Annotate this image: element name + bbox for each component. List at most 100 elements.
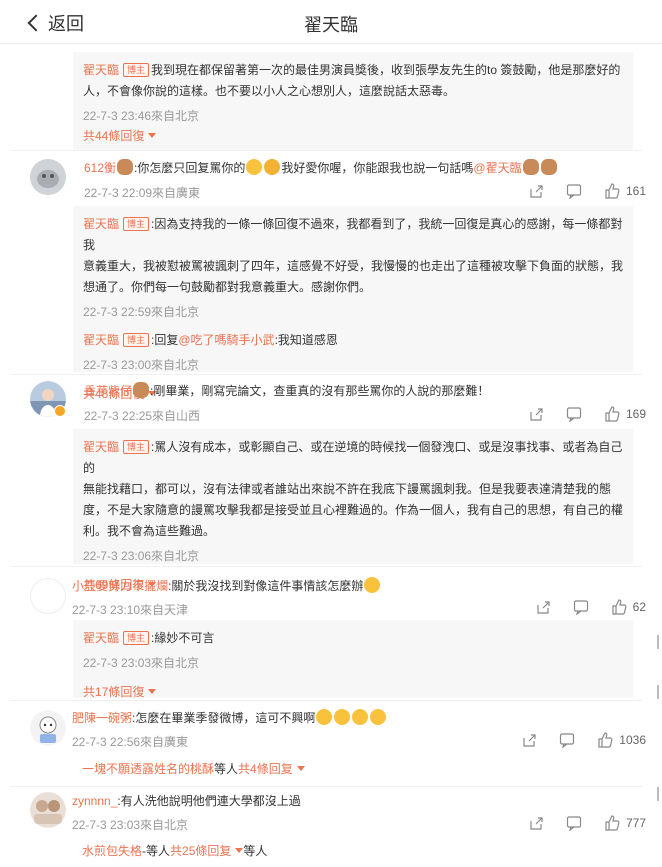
share-icon[interactable] xyxy=(528,815,544,831)
more-replies-label: 共17條回復 xyxy=(83,685,145,699)
more-replies-label[interactable]: 共25條回复 xyxy=(170,842,231,859)
scrollbar-mark xyxy=(657,635,659,649)
monkey-emoji-icon xyxy=(522,159,539,175)
more-replies-link[interactable]: 共17條回復 xyxy=(83,683,157,700)
scrollbar[interactable] xyxy=(652,45,662,867)
avatar[interactable] xyxy=(30,159,66,195)
divider xyxy=(10,786,642,787)
divider xyxy=(10,374,642,375)
comment-icon[interactable] xyxy=(559,732,575,749)
crying-emoji-icon xyxy=(316,709,333,725)
comment-icon[interactable] xyxy=(566,183,582,200)
verified-icon xyxy=(54,405,66,417)
back-button[interactable]: 返回 xyxy=(26,10,84,36)
share-icon[interactable] xyxy=(528,183,544,199)
reply-text-cont: 利。我不會為這些難過。 xyxy=(83,524,216,538)
like-icon[interactable] xyxy=(604,183,620,199)
comment-icon[interactable] xyxy=(566,406,582,423)
crying-emoji-icon xyxy=(352,709,369,725)
comment-time: 22-7-3 22:25來自山西 xyxy=(84,409,201,423)
mention-link[interactable]: @吃了嗎騎手小武 xyxy=(178,333,274,347)
comment-text: :你怎麼只回复罵你的 xyxy=(134,161,246,175)
divider xyxy=(10,566,642,567)
comment-time: 22-7-3 22:09來自廣東 xyxy=(84,186,201,200)
like-icon[interactable] xyxy=(611,599,627,615)
reply-box: 翟天臨 博主:緣妙不可言 22-7-3 23:03來自北京 共17條回復 xyxy=(73,620,633,700)
comment-author[interactable]: 肥陳一碗粥 xyxy=(72,711,132,725)
sub-reply-text: 等人 xyxy=(214,762,239,776)
sub-reply-author[interactable]: 水煎包失格 xyxy=(82,842,142,859)
like-icon[interactable] xyxy=(604,406,620,422)
like-count: 1036 xyxy=(619,733,646,747)
comment-actions: 1036 xyxy=(499,732,646,749)
comment-text: :怎麼在畢業季發微博，這可不興啊 xyxy=(132,711,316,725)
smirk-emoji-icon xyxy=(264,159,281,175)
comment-actions: 161 xyxy=(506,183,646,200)
like-icon[interactable] xyxy=(597,732,613,748)
reply-text: :罵人沒有成本，或彰顯自己、或在逆境的時候找一個發洩口、或是沒事找事、或者為自己… xyxy=(83,440,623,475)
mention-link[interactable]: @翟天臨 xyxy=(473,161,521,175)
reply-author[interactable]: 翟天臨 xyxy=(83,631,119,645)
divider xyxy=(10,150,642,151)
sub-reply-text: -等人 xyxy=(142,844,171,858)
like-count: 169 xyxy=(625,407,646,421)
crying-emoji-icon xyxy=(334,709,351,725)
reply-text-cont: 意義重大，我被懟被罵被諷刺了四年，這感覺不好受，我慢慢的也走出了這種被攻擊下負面… xyxy=(83,259,624,273)
reply-time: 22-7-3 23:03來自北京 xyxy=(83,656,200,670)
caret-down-icon xyxy=(148,689,157,694)
comment-actions: 777 xyxy=(506,815,646,832)
comment-time: 22-7-3 22:56來自廣東 xyxy=(72,735,189,749)
smirk-emoji-icon xyxy=(246,159,263,175)
reply-box: 翟天臨 博主:因為支持我的一條一條回復不過來，我都看到了，我統一回復是真心的感謝，… xyxy=(73,206,633,401)
comment-author[interactable]: zynnnn_ xyxy=(72,794,117,808)
comment-time: 22-7-3 23:03來自北京 xyxy=(72,818,189,832)
like-count: 62 xyxy=(632,600,646,614)
cat-emoji-icon xyxy=(364,577,381,593)
avatar[interactable] xyxy=(30,578,66,614)
share-icon[interactable] xyxy=(528,406,544,422)
page-title: 翟天臨 xyxy=(304,15,358,35)
reply-box: 翟天臨 博主:罵人沒有成本，或彰顯自己、或在逆境的時候找一個發洩口、或是沒事找事、… xyxy=(73,429,633,592)
reply-time: 22-7-3 23:00來自北京 xyxy=(83,358,200,372)
comment-actions: 169 xyxy=(506,406,646,423)
scrollbar-mark xyxy=(657,685,659,699)
like-icon[interactable] xyxy=(604,815,620,831)
like-count: 777 xyxy=(625,816,646,830)
comment-author[interactable]: 香芋紫仔 xyxy=(84,384,132,398)
more-replies-label[interactable]: 共4條回复 xyxy=(238,760,293,777)
comment-icon[interactable] xyxy=(566,815,582,832)
caret-down-icon xyxy=(296,766,305,771)
crying-emoji-icon xyxy=(370,709,387,725)
sub-replies-summary[interactable]: 水煎包失格 -等人 共25條回复 等人 xyxy=(82,842,267,859)
author-badge: 博主 xyxy=(123,217,150,231)
author-badge: 博主 xyxy=(123,631,150,645)
top-bar: 返回 翟天臨 xyxy=(0,0,662,44)
monkey-emoji-icon xyxy=(133,382,150,398)
reply-author[interactable]: 翟天臨 xyxy=(83,333,119,347)
sub-replies-summary[interactable]: 一塊不願透露姓名的桃酥 等人 共4條回复 xyxy=(82,760,305,777)
reply-text-cont: 人，不會像你說的這樣。也不要以小人之心想別人，這麼說話太惡毒。 xyxy=(83,84,456,98)
comment-author[interactable]: 612衡 xyxy=(84,161,116,175)
more-replies-link[interactable]: 共44條回復 xyxy=(83,127,157,144)
reply-author[interactable]: 翟天臨 xyxy=(83,217,119,231)
reply-time: 22-7-3 22:59來自北京 xyxy=(83,305,200,319)
avatar[interactable] xyxy=(30,792,66,828)
share-icon[interactable] xyxy=(535,599,551,615)
reply-author[interactable]: 翟天臨 xyxy=(83,63,119,77)
reply-text: :因為支持我的一條一條回復不過來，我都看到了，我統一回復是真心的感謝，每一條都對… xyxy=(83,217,623,252)
reply-text-cont: 度，不是大家隨意的謾罵攻擊我都是接受並且心裡難過的。作為一個人，我有自己的思想，… xyxy=(83,503,624,517)
author-badge: 博主 xyxy=(123,440,150,454)
comment-text: :有人洗他說明他們連大學都沒上過 xyxy=(117,794,301,808)
sub-reply-author[interactable]: 一塊不願透露姓名的桃酥 xyxy=(82,760,214,777)
reply-author[interactable]: 翟天臨 xyxy=(83,440,119,454)
comment-author[interactable]: 小亞要努力不擺爛 xyxy=(72,579,168,593)
comment-icon[interactable] xyxy=(573,599,589,616)
author-badge: 博主 xyxy=(123,333,150,347)
reply-text: :我知道感恩 xyxy=(274,333,338,347)
avatar[interactable] xyxy=(30,710,66,746)
reply-text: :緣妙不可言 xyxy=(151,631,215,645)
share-icon[interactable] xyxy=(521,732,537,748)
reply-text: :回复 xyxy=(151,333,179,347)
scrollbar-mark xyxy=(657,787,659,801)
like-count: 161 xyxy=(625,184,646,198)
